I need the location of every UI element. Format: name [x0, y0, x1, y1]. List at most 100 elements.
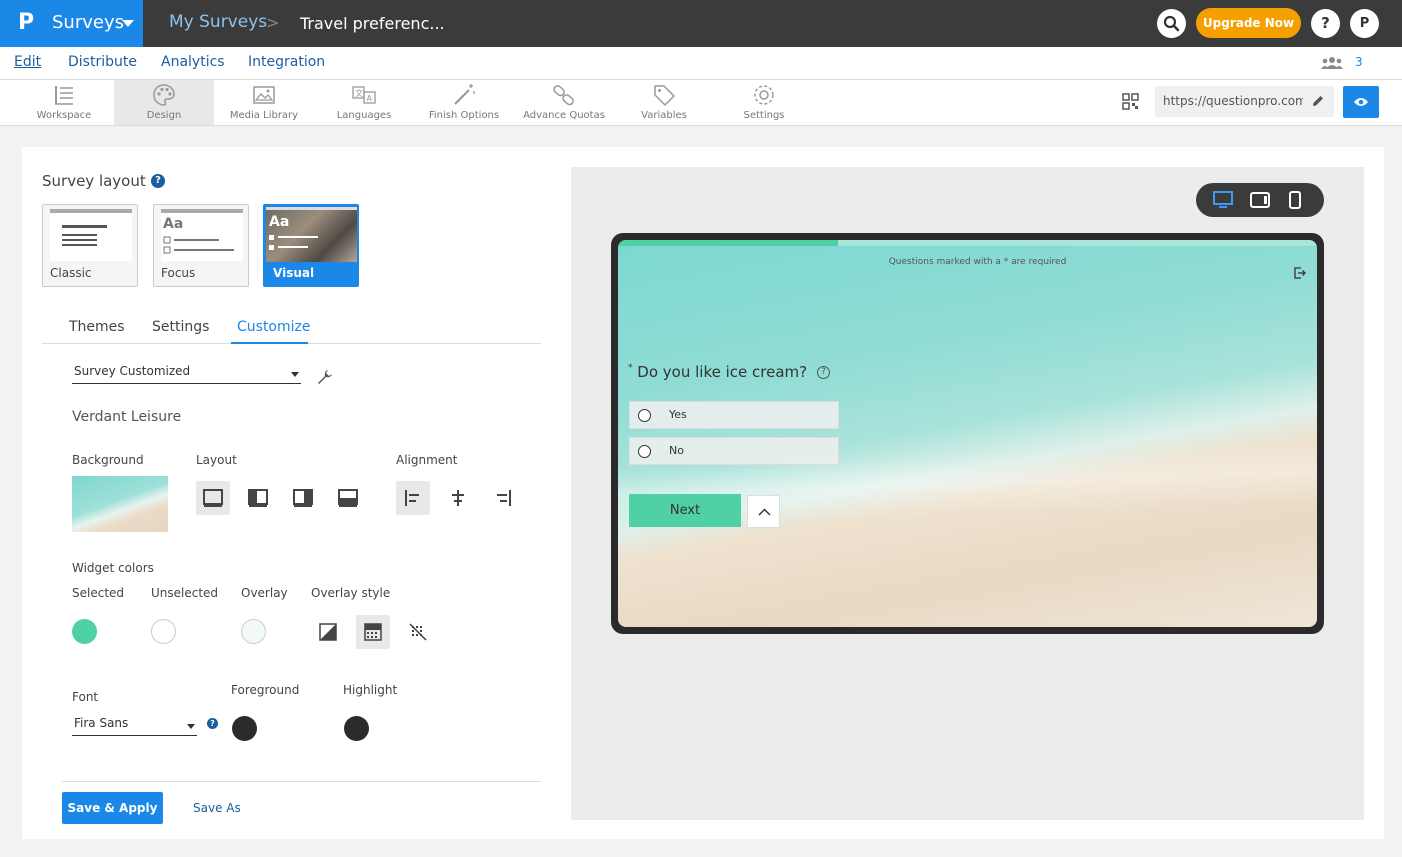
- image-icon: [253, 86, 275, 104]
- product-switcher[interactable]: P Surveys: [0, 0, 143, 47]
- overlay-style-solid-button[interactable]: [356, 615, 390, 649]
- help-icon[interactable]: ?: [151, 174, 165, 188]
- survey-title: Travel preferenc...: [300, 14, 445, 33]
- unselected-color-swatch[interactable]: [151, 619, 176, 644]
- tool-settings[interactable]: Settings: [714, 80, 814, 125]
- required-marker: *: [628, 363, 633, 373]
- tool-workspace[interactable]: Workspace: [14, 80, 114, 125]
- wrench-icon[interactable]: [316, 368, 334, 386]
- tool-label: Settings: [743, 110, 785, 121]
- next-button[interactable]: Next: [629, 494, 741, 527]
- align-left-button[interactable]: [396, 481, 430, 515]
- tool-design[interactable]: Design: [114, 80, 214, 125]
- help-button[interactable]: ?: [1311, 9, 1340, 38]
- overlay-style-gradient-button[interactable]: [311, 615, 345, 649]
- align-right-icon: [497, 490, 511, 506]
- tool-variables[interactable]: Variables: [614, 80, 714, 125]
- progress-fill: [618, 240, 838, 246]
- selected-color-swatch[interactable]: [72, 619, 97, 644]
- survey-url-field[interactable]: https://questionpro.com/: [1155, 86, 1334, 117]
- align-center-button[interactable]: [441, 481, 475, 515]
- divider: [62, 781, 541, 782]
- nav-integration[interactable]: Integration: [248, 54, 325, 70]
- tool-label: Workspace: [36, 110, 92, 121]
- product-name: Surveys: [52, 12, 124, 33]
- font-select[interactable]: Fira Sans: [72, 714, 197, 736]
- thumbnail-text: Aa: [163, 216, 184, 232]
- survey-nav: Edit Distribute Analytics Integration: [0, 47, 1402, 80]
- option-label: No: [669, 444, 684, 457]
- classic-thumbnail: [50, 209, 132, 261]
- upgrade-button[interactable]: Upgrade Now: [1196, 8, 1301, 38]
- collaborators-icon[interactable]: [1321, 57, 1343, 69]
- collaborators-count[interactable]: 3: [1355, 55, 1363, 69]
- exit-icon[interactable]: [1294, 267, 1306, 279]
- chevron-down-icon: [122, 20, 134, 27]
- layout-bottom-button[interactable]: [331, 481, 365, 515]
- survey-layout-heading: Survey layout: [42, 172, 146, 190]
- back-button[interactable]: [747, 495, 780, 528]
- tool-label: Languages: [336, 110, 392, 121]
- save-apply-button[interactable]: Save & Apply: [62, 792, 163, 824]
- layout-left-icon: [248, 489, 268, 507]
- unselected-color-label: Unselected: [151, 586, 219, 600]
- breadcrumb-separator: >: [266, 13, 280, 32]
- gradient-icon: [319, 623, 337, 641]
- layout-right-button[interactable]: [286, 481, 320, 515]
- mobile-icon[interactable]: [1288, 191, 1302, 209]
- radio-button[interactable]: [638, 409, 651, 422]
- save-as-link[interactable]: Save As: [193, 801, 241, 815]
- align-right-button[interactable]: [486, 481, 520, 515]
- theme-select[interactable]: Survey Customized: [72, 362, 301, 384]
- qr-code-icon[interactable]: [1122, 93, 1139, 110]
- nav-analytics[interactable]: Analytics: [161, 54, 225, 70]
- highlight-color-swatch[interactable]: [344, 716, 369, 741]
- layout-left-button[interactable]: [241, 481, 275, 515]
- radio-button[interactable]: [638, 445, 651, 458]
- focus-thumbnail: Aa: [161, 209, 243, 261]
- svg-text:文: 文: [355, 88, 363, 98]
- layout-full-button[interactable]: [196, 481, 230, 515]
- nav-edit[interactable]: Edit: [14, 54, 41, 70]
- layout-bottom-icon: [338, 489, 358, 507]
- tool-finish-options[interactable]: Finish Options: [414, 80, 514, 125]
- tab-themes[interactable]: Themes: [69, 319, 125, 335]
- tool-languages[interactable]: 文A Languages: [314, 80, 414, 125]
- user-avatar[interactable]: P: [1350, 9, 1379, 38]
- tab-customize[interactable]: Customize: [237, 319, 311, 335]
- tab-settings[interactable]: Settings: [152, 319, 209, 335]
- pencil-icon[interactable]: [1311, 94, 1325, 108]
- foreground-color-swatch[interactable]: [232, 716, 257, 741]
- top-bar: P Surveys My Surveys > Travel preferenc.…: [0, 0, 1402, 47]
- chevron-up-icon: [758, 508, 771, 516]
- question-help-icon[interactable]: ?: [817, 366, 830, 379]
- layout-classic[interactable]: Classic: [42, 204, 138, 287]
- foreground-label: Foreground: [231, 683, 300, 697]
- search-button[interactable]: [1157, 9, 1186, 38]
- tablet-icon[interactable]: [1250, 191, 1270, 209]
- layout-full-icon: [203, 489, 223, 507]
- question-text: Do you like ice cream?: [637, 363, 808, 381]
- breadcrumb-my-surveys[interactable]: My Surveys: [169, 12, 267, 32]
- svg-text:A: A: [367, 94, 373, 103]
- font-select-value: Fira Sans: [74, 716, 129, 730]
- tool-label: Media Library: [229, 110, 299, 121]
- overlay-color-swatch[interactable]: [241, 619, 266, 644]
- preview-button[interactable]: [1343, 86, 1379, 118]
- tool-advance-quotas[interactable]: Advance Quotas: [514, 80, 614, 125]
- tool-media-library[interactable]: Media Library: [214, 80, 314, 125]
- tool-label: Advance Quotas: [523, 110, 605, 121]
- caret-down-icon: [291, 372, 299, 377]
- font-help-icon[interactable]: ?: [207, 718, 218, 729]
- desktop-icon[interactable]: [1213, 191, 1233, 209]
- overlay-style-none-button[interactable]: [401, 615, 435, 649]
- magic-wand-icon: [454, 84, 475, 105]
- background-image-thumbnail[interactable]: [72, 476, 168, 532]
- layout-focus[interactable]: Aa Focus: [153, 204, 249, 287]
- workspace-icon: [55, 86, 73, 105]
- answer-option[interactable]: No: [629, 437, 839, 465]
- nav-distribute[interactable]: Distribute: [68, 54, 137, 70]
- eye-icon: [1354, 98, 1368, 106]
- layout-visual[interactable]: Aa Visual: [263, 204, 359, 287]
- answer-option[interactable]: Yes: [629, 401, 839, 429]
